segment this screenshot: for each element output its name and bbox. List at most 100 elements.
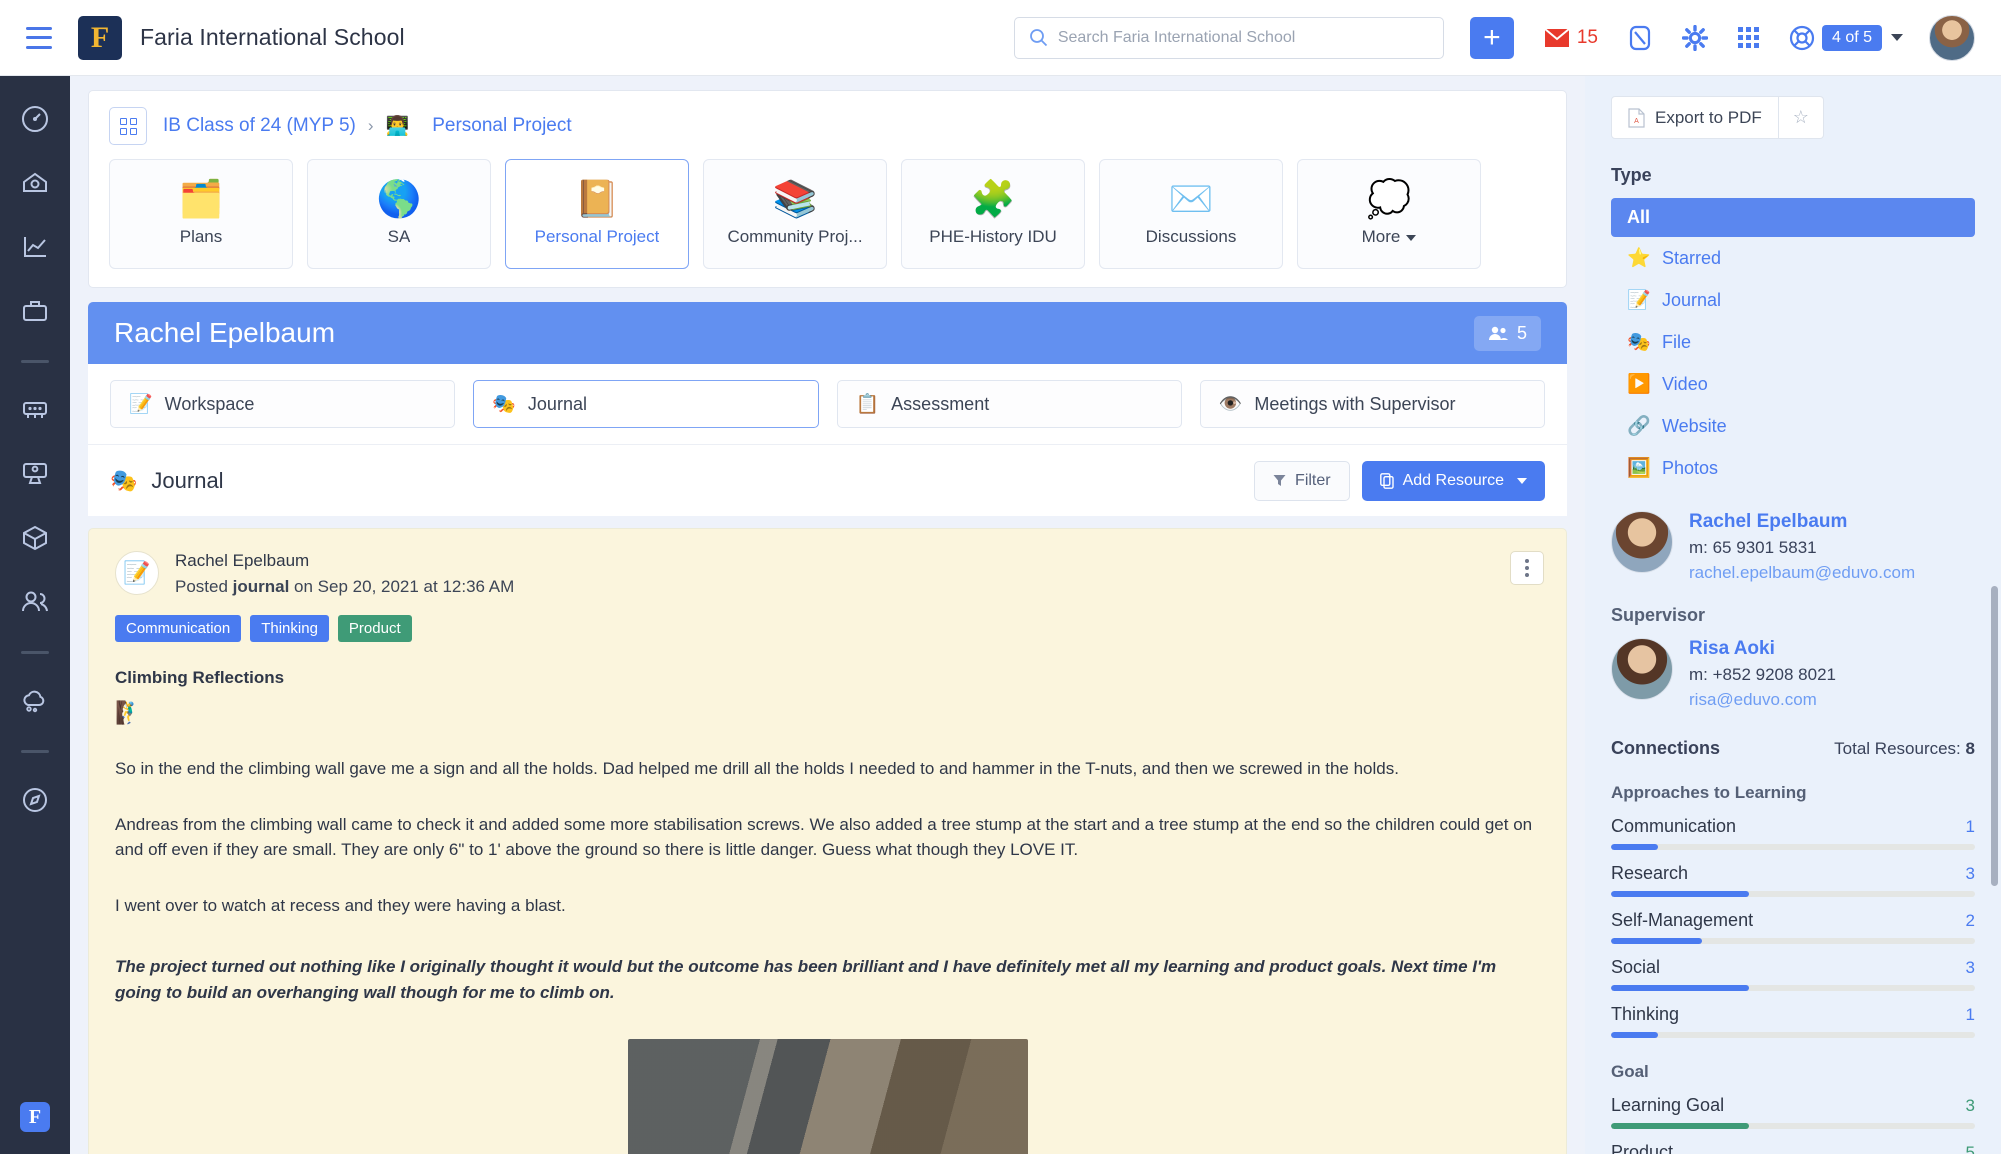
tab-phe-history-idu[interactable]: 🧩 PHE-History IDU xyxy=(901,159,1085,269)
student-phone: m: 65 9301 5831 xyxy=(1689,538,1817,557)
tag-product[interactable]: Product xyxy=(337,615,412,642)
breadcrumb-separator: › xyxy=(367,116,374,135)
tab-sa[interactable]: 🌎 SA xyxy=(307,159,491,269)
license-selector[interactable]: 4 of 5 xyxy=(1789,24,1903,51)
classroom-icon[interactable] xyxy=(14,389,56,431)
atl-value: 2 xyxy=(1965,911,1975,930)
home-icon[interactable] xyxy=(14,162,56,204)
journal-toolbar: 🎭 Journal Filter Add Resource xyxy=(88,444,1567,516)
student-name: Rachel Epelbaum xyxy=(114,317,336,348)
type-item-video[interactable]: ▶️ Video xyxy=(1611,363,1975,405)
subtab-journal[interactable]: 🎭 Journal xyxy=(473,380,819,428)
people-icon[interactable] xyxy=(14,581,56,623)
filter-label: Filter xyxy=(1295,471,1331,489)
tab-label: Personal Project xyxy=(534,227,660,246)
tag-communication[interactable]: Communication xyxy=(115,615,242,642)
analytics-icon[interactable] xyxy=(14,226,56,268)
section-tab-cards: 🗂️ Plans 🌎 SA 📔 Personal Project 📚 Commu… xyxy=(89,145,1566,287)
subtab-label: Journal xyxy=(527,393,587,414)
atl-row: Communication 1 xyxy=(1611,816,1975,850)
subtab-workspace[interactable]: 📝 Workspace xyxy=(110,380,456,428)
messages-button[interactable]: 15 xyxy=(1544,27,1598,49)
type-item-all[interactable]: All xyxy=(1611,198,1975,237)
goal-label: Product xyxy=(1611,1142,1674,1154)
atl-label: Self-Management xyxy=(1611,910,1754,930)
breadcrumb-class-link[interactable]: IB Class of 24 (MYP 5) xyxy=(163,115,356,137)
page-scrollbar[interactable] xyxy=(1991,586,1998,886)
type-item-website[interactable]: 🔗 Website xyxy=(1611,405,1975,447)
tab-discussions[interactable]: ✉️ Discussions xyxy=(1099,159,1283,269)
subtab-meetings-with-supervisor[interactable]: 👁️ Meetings with Supervisor xyxy=(1199,380,1545,428)
atl-label: Research xyxy=(1611,863,1689,883)
progress-track xyxy=(1611,938,1975,944)
gear-icon[interactable] xyxy=(1681,24,1708,51)
right-sidebar: A Export to PDF ☆ Type All ⭐ Starred 📝 J… xyxy=(1585,76,2001,1154)
atl-label: Communication xyxy=(1611,816,1737,836)
supervisor-phone: m: +852 9208 8021 xyxy=(1689,665,1836,684)
workspace-icon: 📝 xyxy=(129,394,153,415)
members-badge[interactable]: 5 xyxy=(1473,315,1541,351)
left-navigation-rail: F xyxy=(0,76,70,1154)
atl-label: Thinking xyxy=(1611,1004,1680,1024)
journal-icon: 📝 xyxy=(1627,290,1651,311)
type-item-photos[interactable]: 🖼️ Photos xyxy=(1611,447,1975,489)
menu-toggle-icon[interactable] xyxy=(26,26,56,49)
student-email-link[interactable]: rachel.epelbaum@eduvo.com xyxy=(1689,563,1915,583)
supervisor-heading: Supervisor xyxy=(1611,605,1706,625)
student-name-link[interactable]: Rachel Epelbaum xyxy=(1689,511,1915,533)
more-icon: 💭 xyxy=(1366,178,1412,219)
apps-grid-icon[interactable] xyxy=(1737,27,1759,48)
post-author-name: Rachel Epelbaum xyxy=(175,551,310,570)
avatar xyxy=(1611,511,1673,573)
connections-label: Connections xyxy=(1611,738,1721,758)
presentation-icon[interactable] xyxy=(14,453,56,495)
filter-button[interactable]: Filter xyxy=(1254,460,1350,501)
star-button[interactable]: ☆ xyxy=(1778,96,1824,139)
subtab-assessment[interactable]: 📋 Assessment xyxy=(836,380,1182,428)
create-button[interactable] xyxy=(1469,16,1514,59)
tab-plans[interactable]: 🗂️ Plans xyxy=(109,159,293,269)
search-icon xyxy=(1029,29,1047,47)
chevron-down-icon xyxy=(1406,234,1417,241)
dashboard-icon[interactable] xyxy=(14,98,56,140)
supervisor-name-link[interactable]: Risa Aoki xyxy=(1689,638,1836,660)
add-resource-button[interactable]: Add Resource xyxy=(1361,460,1545,501)
faria-rail-logo[interactable]: F xyxy=(20,1102,50,1132)
goal-row: Learning Goal 3 xyxy=(1611,1095,1975,1129)
search-box[interactable] xyxy=(1013,16,1444,59)
grid-view-icon[interactable] xyxy=(109,107,147,145)
cloud-icon[interactable] xyxy=(14,680,56,722)
cube-icon[interactable] xyxy=(14,517,56,559)
post-options-button[interactable] xyxy=(1510,551,1544,585)
type-item-file[interactable]: 🎭 File xyxy=(1611,321,1975,363)
post-paragraph: I went over to watch at recess and they … xyxy=(115,895,566,915)
tag-thinking[interactable]: Thinking xyxy=(250,615,329,642)
photos-icon: 🖼️ xyxy=(1627,458,1651,479)
goal-bars: Learning Goal 3 Product 5 xyxy=(1611,1095,1975,1154)
briefcase-icon[interactable] xyxy=(14,290,56,332)
post-paragraph-emphasis: The project turned out nothing like I or… xyxy=(115,957,1497,1002)
compass-icon[interactable] xyxy=(14,779,56,821)
post-heading: Climbing Reflections xyxy=(115,668,285,687)
post-tags: Communication Thinking Product xyxy=(115,615,1540,642)
tab-label: More xyxy=(1361,227,1401,246)
breadcrumb-project-link[interactable]: Personal Project xyxy=(432,115,571,137)
envelope-icon xyxy=(1544,27,1570,47)
type-item-starred[interactable]: ⭐ Starred xyxy=(1611,237,1975,279)
export-to-pdf-button[interactable]: A Export to PDF xyxy=(1611,96,1779,139)
user-avatar[interactable] xyxy=(1929,14,1975,61)
community-project-icon: 📚 xyxy=(772,178,818,219)
meetings-icon: 👁️ xyxy=(1218,394,1243,415)
tab-personal-project[interactable]: 📔 Personal Project xyxy=(505,159,689,269)
notifications-icon[interactable] xyxy=(1628,25,1652,51)
goal-label: Learning Goal xyxy=(1611,1095,1725,1115)
rail-divider xyxy=(21,360,49,363)
atl-value: 1 xyxy=(1965,817,1975,836)
search-input[interactable] xyxy=(1057,28,1429,47)
tab-label: Discussions xyxy=(1145,227,1237,246)
type-item-journal[interactable]: 📝 Journal xyxy=(1611,279,1975,321)
members-count: 5 xyxy=(1516,322,1527,343)
tab-more[interactable]: 💭 More xyxy=(1297,159,1481,269)
tab-community-project[interactable]: 📚 Community Proj... xyxy=(703,159,887,269)
supervisor-email-link[interactable]: risa@eduvo.com xyxy=(1689,690,1836,710)
